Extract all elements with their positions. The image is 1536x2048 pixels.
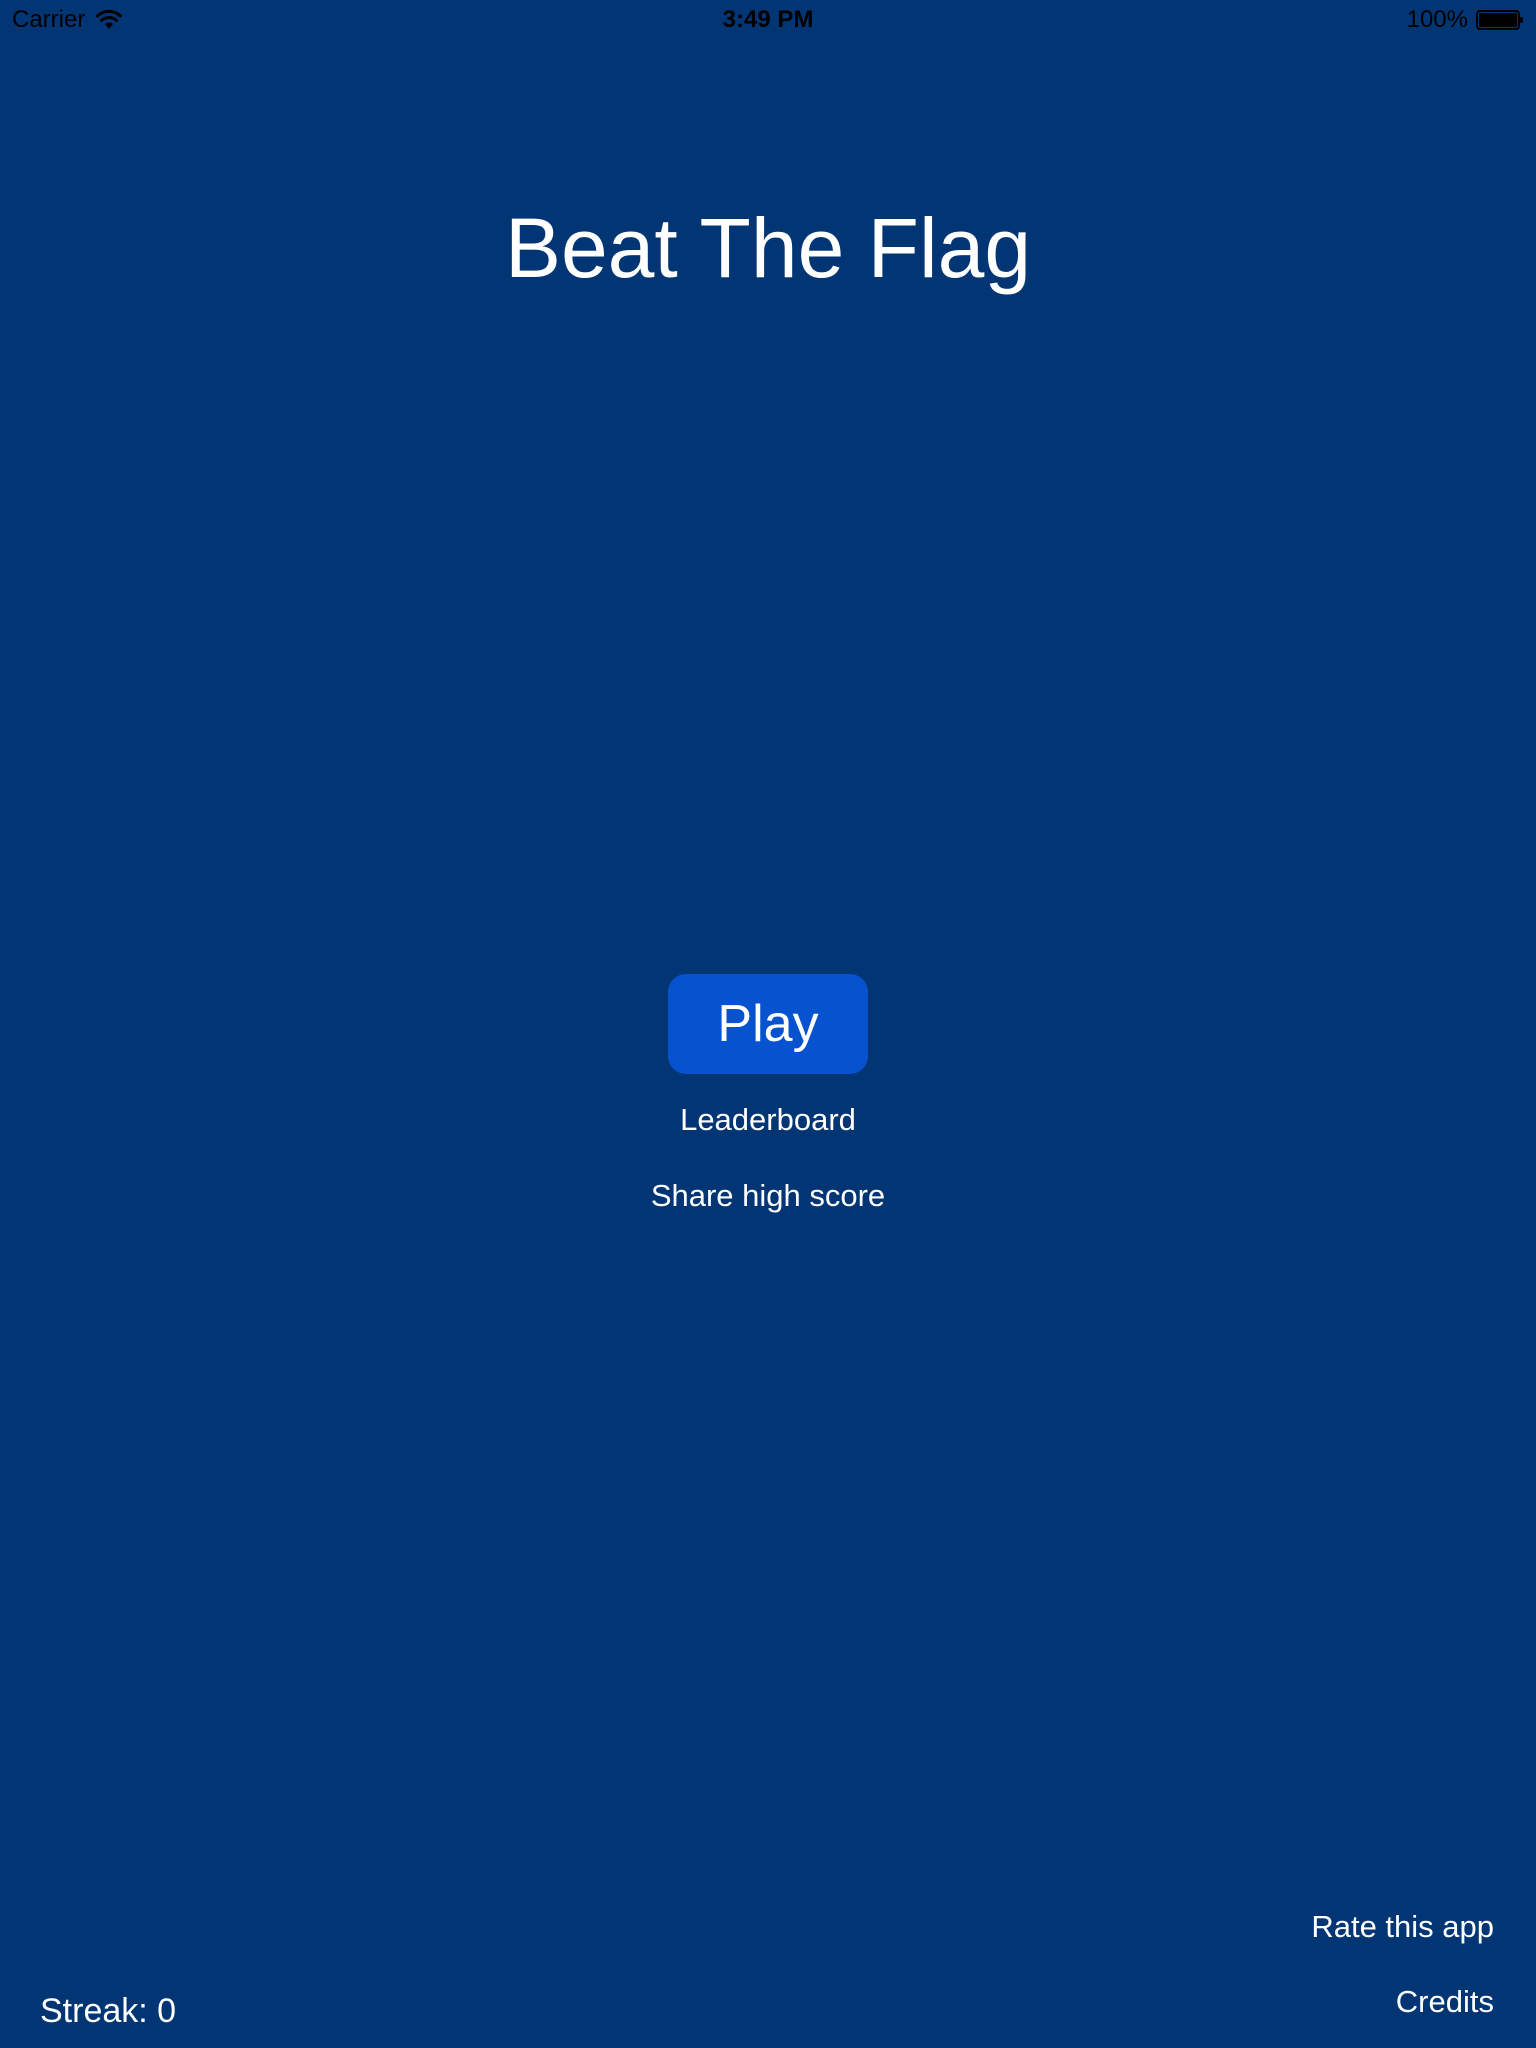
status-battery: 100%	[1407, 6, 1524, 34]
status-bar: Carrier 3:49 PM 100%	[0, 0, 1536, 40]
credits-button[interactable]: Credits	[1396, 1982, 1494, 2022]
leaderboard-button[interactable]: Leaderboard	[0, 1100, 1536, 1140]
page-title: Beat The Flag	[504, 201, 1032, 295]
share-high-score-button[interactable]: Share high score	[0, 1176, 1536, 1216]
streak-label: Streak: 0	[40, 1992, 177, 2030]
battery-percent: 100%	[1406, 6, 1468, 33]
status-time: 3:49 PM	[722, 6, 814, 33]
play-button[interactable]: Play	[668, 974, 868, 1074]
rate-app-button[interactable]: Rate this app	[1311, 1907, 1494, 1947]
battery-icon	[1476, 9, 1524, 31]
